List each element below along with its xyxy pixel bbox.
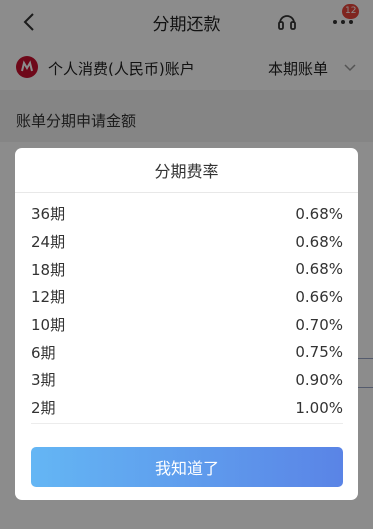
- rate-row: 24期 0.68%: [31, 228, 343, 256]
- rate-modal: 分期费率 36期 0.68% 24期 0.68% 18期 0.68% 12期 0…: [15, 148, 358, 500]
- modal-title: 分期费率: [154, 162, 219, 181]
- rate-value: 1.00%: [295, 398, 343, 417]
- rate-term: 6期: [31, 343, 56, 362]
- rate-row: 2期 1.00%: [31, 394, 343, 422]
- rate-value: 0.66%: [295, 287, 343, 306]
- rate-row: 10期 0.70%: [31, 311, 343, 339]
- rate-value: 0.68%: [295, 260, 343, 279]
- rate-term: 2期: [31, 399, 56, 418]
- rate-term: 12期: [31, 288, 66, 307]
- rate-term: 18期: [31, 260, 66, 279]
- rate-row: 6期 0.75%: [31, 338, 343, 366]
- rate-value: 0.90%: [295, 370, 343, 389]
- rate-row: 3期 0.90%: [31, 366, 343, 394]
- rate-term: 10期: [31, 316, 66, 335]
- rate-value: 0.68%: [295, 204, 343, 223]
- rate-row: 12期 0.66%: [31, 283, 343, 311]
- rate-value: 0.75%: [295, 343, 343, 362]
- modal-divider-bottom: [31, 423, 343, 424]
- rate-term: 36期: [31, 205, 66, 224]
- rate-term: 24期: [31, 233, 66, 252]
- modal-divider: [15, 192, 358, 193]
- rate-row: 36期 0.68%: [31, 200, 343, 228]
- rate-row: 18期 0.68%: [31, 255, 343, 283]
- rate-term: 3期: [31, 371, 56, 390]
- rate-list: 36期 0.68% 24期 0.68% 18期 0.68% 12期 0.66% …: [31, 200, 343, 422]
- confirm-button[interactable]: 我知道了: [31, 447, 343, 487]
- rate-value: 0.68%: [295, 232, 343, 251]
- rate-value: 0.70%: [295, 315, 343, 334]
